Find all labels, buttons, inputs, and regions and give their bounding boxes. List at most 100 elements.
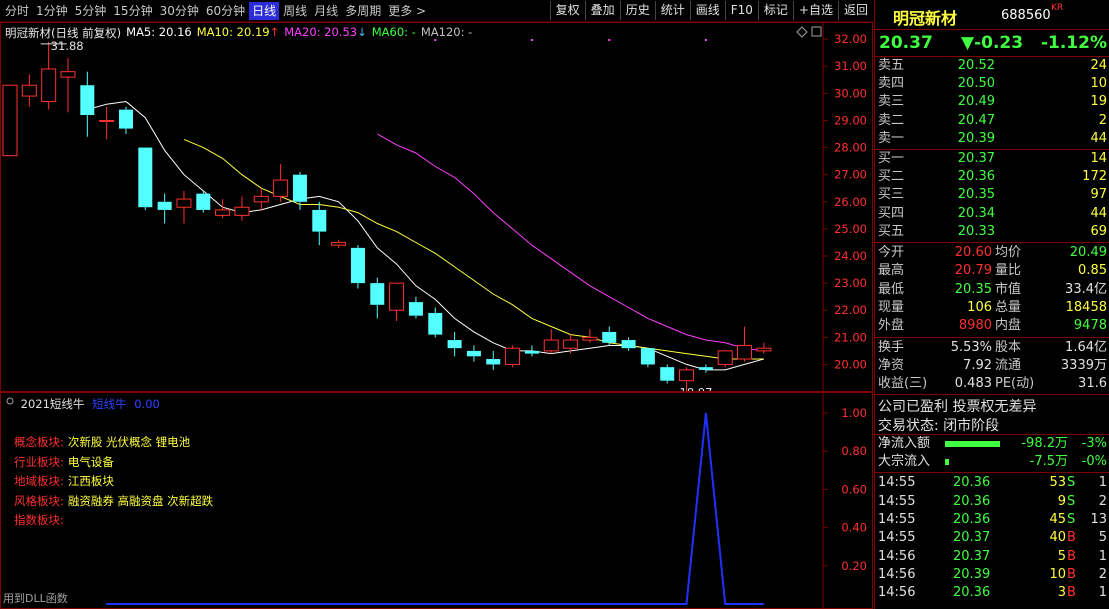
section-separator	[875, 394, 1109, 396]
candle[interactable]	[2, 84, 18, 157]
tick-row[interactable]: 14:55 20.36 45 S 13	[875, 511, 1109, 529]
candle-body	[176, 198, 192, 208]
tick-count: 13	[1090, 512, 1107, 527]
ask-row[interactable]: 卖四 20.50 10	[875, 75, 1109, 93]
toolbar-button[interactable]: 历史	[619, 1, 655, 20]
tick-row[interactable]: 14:55 20.37 40 B 5	[875, 529, 1109, 547]
stock-name[interactable]: 明冠新材	[893, 5, 957, 29]
period-tab[interactable]: 1分钟	[33, 2, 71, 20]
period-tab[interactable]: 更多 >	[385, 2, 429, 20]
stat-row: 现量 106 总量 18458	[875, 299, 1109, 317]
period-tab[interactable]: 日线	[249, 2, 280, 20]
candle[interactable]	[21, 74, 37, 107]
candle[interactable]	[582, 329, 598, 343]
tick-time: 14:56	[878, 585, 916, 601]
stat-value: 31.6	[1078, 376, 1107, 392]
tick-row[interactable]: 14:56 20.36 3 B 1	[875, 584, 1109, 602]
tick-row[interactable]: 14:55 20.36 53 S 1	[875, 474, 1109, 492]
toolbar-button[interactable]: 标记	[757, 1, 793, 20]
candle[interactable]	[524, 345, 539, 357]
sector-block-row: 指数板块:	[14, 511, 213, 531]
candle[interactable]	[138, 147, 153, 210]
bid-row[interactable]: 买一 20.37 14	[875, 150, 1109, 168]
candle[interactable]	[370, 277, 385, 319]
toolbar-button[interactable]: 复权	[549, 1, 585, 20]
event-marker[interactable]	[530, 39, 533, 41]
bid-row[interactable]: 买五 20.33 69	[875, 223, 1109, 241]
bid-row[interactable]: 买三 20.35 97	[875, 186, 1109, 204]
toolbar-button[interactable]: 统计	[654, 1, 690, 20]
toolbar-button[interactable]: 画线	[689, 1, 725, 20]
bid-row[interactable]: 买四 20.34 44	[875, 205, 1109, 223]
period-tab[interactable]: 5分钟	[72, 2, 110, 20]
chart-corner-controls[interactable]	[796, 26, 822, 38]
candle[interactable]	[331, 239, 347, 248]
period-tab[interactable]: 周线	[280, 2, 310, 20]
candle[interactable]	[543, 329, 559, 354]
candle[interactable]	[60, 58, 76, 113]
ask-row[interactable]: 卖三 20.49 19	[875, 93, 1109, 111]
candle[interactable]	[176, 190, 192, 224]
bid-price: 20.34	[957, 205, 995, 221]
candle[interactable]	[157, 193, 172, 224]
indicator-name[interactable]: 2021短线牛	[21, 397, 85, 411]
toolbar-button[interactable]: 叠加	[584, 1, 620, 20]
candle[interactable]	[505, 345, 521, 368]
period-tab[interactable]: 月线	[311, 2, 341, 20]
stat-value: 20.49	[1069, 245, 1107, 260]
candle[interactable]	[350, 245, 365, 289]
ask-row[interactable]: 卖五 20.52 24	[875, 57, 1109, 75]
period-tab[interactable]: 分时	[2, 2, 32, 20]
maximize-icon[interactable]	[811, 26, 822, 37]
candle[interactable]	[273, 163, 289, 202]
tick-row[interactable]: 14:56 20.37 5 B 1	[875, 548, 1109, 566]
event-marker[interactable]	[434, 39, 437, 41]
toolbar-button[interactable]: +自选	[792, 1, 838, 20]
candle[interactable]	[428, 307, 443, 338]
candle[interactable]	[717, 350, 733, 368]
tick-row[interactable]: 14:56 20.39 10 B 2	[875, 566, 1109, 584]
ask-row[interactable]: 卖一 20.39 44	[875, 130, 1109, 148]
tick-row[interactable]: 14:55 20.36 9 S 2	[875, 493, 1109, 511]
candle[interactable]	[660, 364, 675, 384]
candle[interactable]	[756, 342, 772, 354]
section-separator	[875, 242, 1109, 243]
toolbar-button[interactable]: F10	[724, 1, 758, 20]
candle[interactable]	[602, 326, 617, 346]
period-tab[interactable]: 60分钟	[203, 2, 248, 20]
candle[interactable]	[312, 201, 327, 246]
candle[interactable]	[196, 190, 211, 213]
indicator-title-bar[interactable]: 2021短线牛 短线牛 0.00	[7, 396, 160, 412]
candle[interactable]	[80, 71, 95, 137]
toolbar-button[interactable]: 返回	[837, 1, 873, 20]
candle[interactable]	[621, 337, 636, 351]
candle[interactable]	[737, 326, 753, 362]
ask-label: 卖三	[878, 94, 905, 110]
kr-badge: KR	[1051, 3, 1064, 13]
candle[interactable]	[486, 350, 501, 370]
kline-chart[interactable]: 明冠新材(日线 前复权) MA5: 20.16 MA10: 20.19↑ MA2…	[0, 22, 873, 392]
bid-row[interactable]: 买二 20.36 172	[875, 168, 1109, 186]
event-marker[interactable]	[704, 39, 707, 41]
ask-row[interactable]: 卖二 20.47 2	[875, 112, 1109, 130]
candle[interactable]	[640, 348, 655, 368]
candle[interactable]	[99, 106, 115, 140]
candle[interactable]	[408, 296, 423, 319]
event-marker[interactable]	[608, 39, 611, 41]
candle[interactable]	[118, 106, 133, 135]
candle[interactable]	[253, 188, 269, 210]
stat-label: 市值	[995, 281, 1022, 297]
candle[interactable]	[466, 345, 481, 362]
period-tab[interactable]: 多周期	[342, 2, 384, 20]
period-tab[interactable]: 30分钟	[157, 2, 202, 20]
candle[interactable]	[234, 196, 250, 221]
bid-volume: 44	[1090, 205, 1107, 221]
candle[interactable]	[563, 334, 579, 354]
candle[interactable]	[698, 364, 713, 373]
period-tab[interactable]: 15分钟	[110, 2, 155, 20]
candle[interactable]	[389, 282, 405, 322]
stat-value: 20.35	[954, 281, 992, 297]
indicator-panel[interactable]: 1.00 0.80 0.60 0.40 0.20 2021短线牛 短线牛 0.00 概念…	[0, 392, 873, 609]
candle[interactable]	[447, 331, 462, 357]
diamond-icon[interactable]	[796, 26, 808, 38]
